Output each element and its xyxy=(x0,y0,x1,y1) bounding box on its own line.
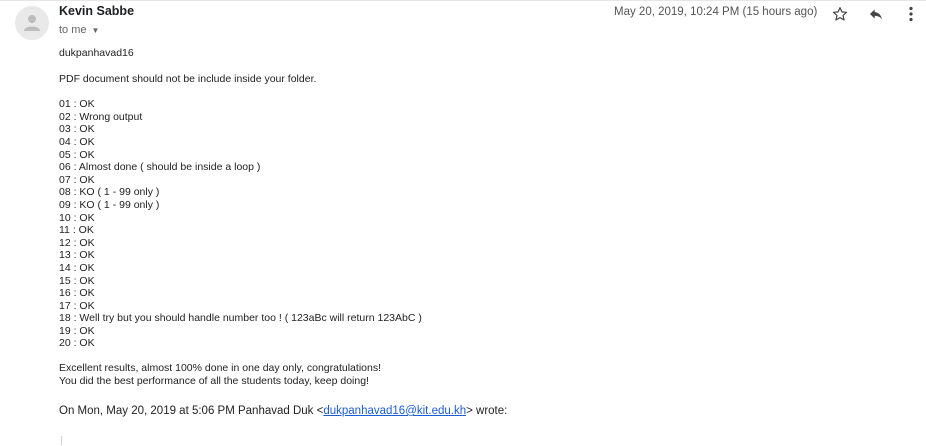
message-date: May 20, 2019, 10:24 PM (15 hours ago) xyxy=(614,6,818,18)
result-line: 12 : OK xyxy=(59,236,95,249)
result-line: 09 : KO ( 1 - 99 only ) xyxy=(59,198,160,211)
more-options-button[interactable] xyxy=(901,4,921,24)
sender-avatar[interactable] xyxy=(15,6,49,40)
sender-email-link[interactable]: dukpanhavad16@kit.edu.kh xyxy=(323,405,466,417)
result-line: 19 : OK xyxy=(59,324,95,337)
results-list: 01 : OK 02 : Wrong output 03 : OK 04 : OK 05… xyxy=(59,98,899,350)
result-line: 10 : OK xyxy=(59,211,95,224)
quote-marker xyxy=(61,436,62,445)
reply-button[interactable] xyxy=(866,4,886,24)
result-line: 01 : OK xyxy=(59,98,95,111)
greeting-line: dukpanhavad16 xyxy=(59,47,134,59)
reply-icon xyxy=(870,9,882,20)
closing-line-2: You did the best performance of all the … xyxy=(59,374,369,387)
result-line: 16 : OK xyxy=(59,287,95,300)
chevron-down-icon: ▼ xyxy=(91,25,100,35)
result-line: 14 : OK xyxy=(59,261,95,274)
result-line: 18 : Well try but you should handle numb… xyxy=(59,312,422,325)
quote-suffix: > wrote: xyxy=(466,405,508,417)
result-line: 11 : OK xyxy=(59,224,94,237)
result-line: 15 : OK xyxy=(59,274,95,287)
sender-name[interactable]: Kevin Sabbe xyxy=(59,4,134,18)
result-line: 13 : OK xyxy=(59,249,95,262)
result-line: 08 : KO ( 1 - 99 only ) xyxy=(59,186,160,199)
more-vertical-icon xyxy=(909,6,913,22)
result-line: 17 : OK xyxy=(59,299,95,312)
closing-line-1: Excellent results, almost 100% done in o… xyxy=(59,362,381,375)
star-button[interactable] xyxy=(830,4,850,24)
top-divider xyxy=(0,0,926,1)
result-line: 04 : OK xyxy=(59,135,95,148)
result-line: 05 : OK xyxy=(59,148,95,161)
result-line: 07 : OK xyxy=(59,173,95,186)
result-line: 02 : Wrong output xyxy=(59,110,143,123)
message-body: dukpanhavad16 PDF document should not be… xyxy=(59,47,899,387)
recipient-label: to me xyxy=(59,24,87,36)
result-line: 06 : Almost done ( should be inside a lo… xyxy=(59,161,261,174)
result-line: 03 : OK xyxy=(59,123,95,136)
quoted-header: On Mon, May 20, 2019 at 5:06 PM Panhavad… xyxy=(59,405,507,417)
quote-prefix: On Mon, May 20, 2019 at 5:06 PM Panhavad… xyxy=(59,405,324,417)
result-line: 20 : OK xyxy=(59,337,95,350)
recipient-details-toggle[interactable]: to me ▼ xyxy=(59,24,99,36)
star-icon xyxy=(832,7,848,21)
person-icon xyxy=(24,15,40,31)
intro-line: PDF document should not be include insid… xyxy=(59,72,317,85)
